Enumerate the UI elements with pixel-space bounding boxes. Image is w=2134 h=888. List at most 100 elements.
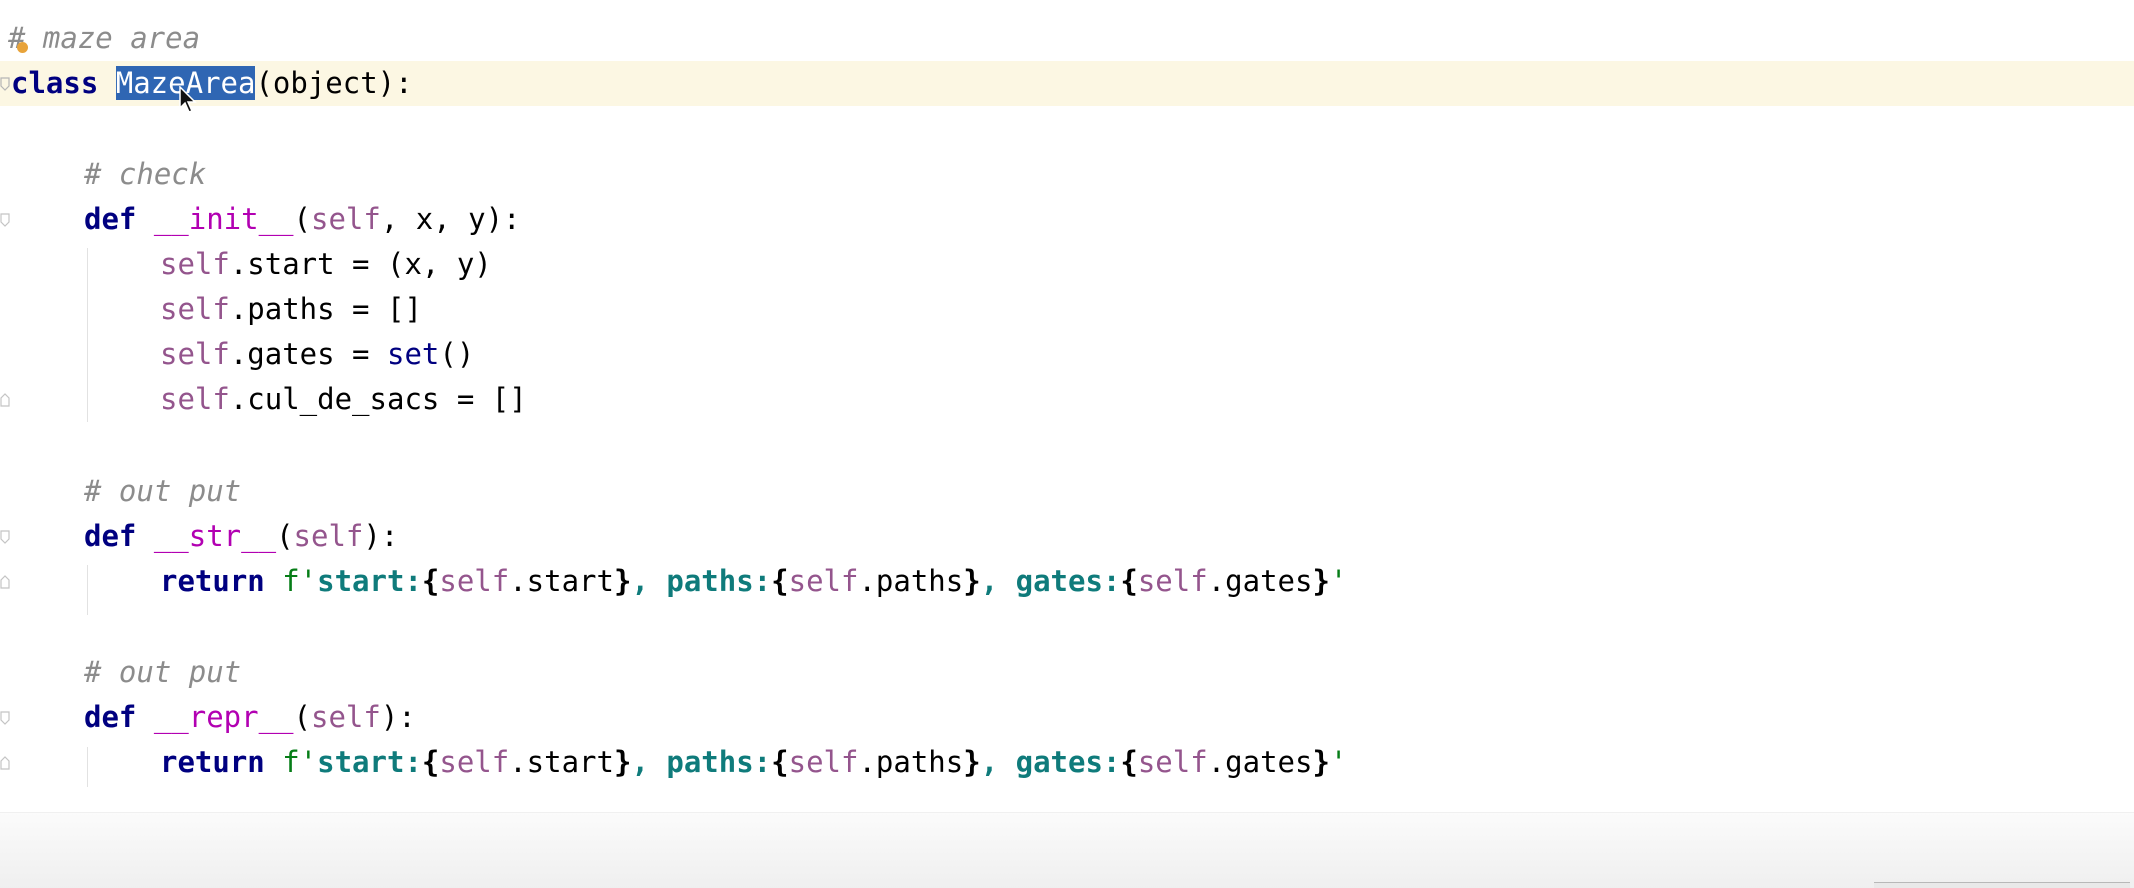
params: ): — [363, 519, 399, 553]
code-line[interactable]: self.cul_de_sacs = [] — [0, 377, 2134, 422]
code-line[interactable]: # maze area — [0, 16, 2134, 61]
fold-open-icon[interactable] — [0, 77, 12, 91]
self-ref: self — [160, 292, 230, 326]
code-line[interactable]: def __str__(self): — [0, 514, 2134, 559]
self-ref: self — [160, 337, 230, 371]
method-definition: def __str__(self): — [84, 514, 398, 559]
self-param: self — [293, 519, 364, 553]
brace: { — [771, 745, 789, 779]
method-name: __init__ — [153, 202, 294, 236]
horizontal-scrollbar[interactable] — [1874, 882, 2130, 888]
keyword: def — [84, 202, 154, 236]
fstring-prefix: f' — [282, 745, 318, 779]
self-param: self — [311, 202, 381, 236]
brace: { — [1120, 564, 1138, 598]
brace: } — [1312, 745, 1330, 779]
self-param: self — [311, 700, 381, 734]
self-ref: self — [1137, 564, 1208, 598]
fstring-text: paths: — [666, 745, 772, 779]
brace: } — [963, 564, 981, 598]
self-ref: self — [788, 564, 859, 598]
fstring-text: gates: — [1015, 564, 1121, 598]
class-declaration: class MazeArea(object): — [11, 61, 413, 106]
code-line[interactable]: return f'start:{self.start}, paths:{self… — [0, 559, 2134, 604]
params: ): — [380, 700, 416, 734]
statement: self.gates = set() — [160, 332, 474, 377]
fstring-text: , — [631, 564, 667, 598]
lightbulb-icon[interactable] — [17, 42, 28, 53]
fold-open-icon[interactable] — [0, 530, 12, 544]
self-ref: self — [160, 247, 230, 281]
fstring-suffix: ' — [1329, 745, 1348, 779]
code-line[interactable]: self.gates = set() — [0, 332, 2134, 377]
code-line-current[interactable]: class MazeArea(object): — [0, 61, 2134, 106]
code-line[interactable]: # check — [0, 152, 2134, 197]
brace: { — [421, 564, 440, 598]
fstring-text: , — [980, 745, 1016, 779]
paren: ( — [293, 700, 311, 734]
return-statement: return f'start:{self.start}, paths:{self… — [160, 559, 1347, 604]
keyword: return — [160, 745, 283, 779]
self-ref: self — [788, 745, 859, 779]
fold-end-icon[interactable] — [0, 575, 12, 589]
comment: # out put — [84, 655, 242, 689]
class-base: (object): — [255, 66, 413, 100]
fstring-text: gates: — [1015, 745, 1121, 779]
method-name: __str__ — [153, 519, 277, 553]
statement: self.paths = [] — [160, 287, 422, 332]
self-ref: self — [439, 564, 510, 598]
code-line[interactable]: def __repr__(self): — [0, 695, 2134, 740]
code-text: .cul_de_sacs = [] — [229, 382, 527, 416]
bottom-panel — [0, 812, 2134, 888]
attr: .start — [509, 564, 614, 598]
code-text: .start = (x, y) — [229, 247, 492, 281]
brace: { — [771, 564, 789, 598]
keyword: return — [160, 564, 283, 598]
attr: .paths — [858, 564, 964, 598]
fstring-text: , — [631, 745, 667, 779]
self-ref: self — [439, 745, 510, 779]
statement: self.cul_de_sacs = [] — [160, 377, 527, 422]
builtin: set — [386, 337, 440, 371]
brace: } — [963, 745, 981, 779]
params: , x, y): — [380, 202, 521, 236]
fold-open-icon[interactable] — [0, 711, 12, 725]
fstring-suffix: ' — [1329, 564, 1348, 598]
method-definition: def __repr__(self): — [84, 695, 416, 740]
fold-end-icon[interactable] — [0, 756, 12, 770]
self-ref: self — [1137, 745, 1208, 779]
keyword: class — [11, 66, 116, 100]
fold-end-icon[interactable] — [0, 393, 12, 407]
code-line[interactable]: return f'start:{self.start}, paths:{self… — [0, 740, 2134, 785]
code-line[interactable]: # out put — [0, 650, 2134, 695]
mouse-cursor-icon — [179, 86, 197, 113]
self-ref: self — [160, 382, 230, 416]
method-definition: def __init__(self, x, y): — [84, 197, 521, 242]
code-line[interactable]: def __init__(self, x, y): — [0, 197, 2134, 242]
code-text: .paths = [] — [229, 292, 422, 326]
attr: .start — [509, 745, 614, 779]
brace: { — [1120, 745, 1138, 779]
fold-open-icon[interactable] — [0, 213, 12, 227]
fstring-text: start: — [317, 745, 422, 779]
comment: # maze area — [8, 21, 201, 55]
fstring-text: paths: — [666, 564, 772, 598]
brace: { — [421, 745, 440, 779]
attr: .paths — [858, 745, 964, 779]
brace: } — [1312, 564, 1330, 598]
fstring-prefix: f' — [282, 564, 318, 598]
attr: .gates — [1207, 564, 1313, 598]
return-statement: return f'start:{self.start}, paths:{self… — [160, 740, 1347, 785]
comment: # check — [84, 157, 207, 191]
paren: ( — [293, 202, 311, 236]
keyword: def — [84, 519, 154, 553]
keyword: def — [84, 700, 154, 734]
paren: ( — [276, 519, 294, 553]
code-line[interactable]: self.paths = [] — [0, 287, 2134, 332]
code-line[interactable]: self.start = (x, y) — [0, 242, 2134, 287]
method-name: __repr__ — [153, 700, 294, 734]
code-text: () — [439, 337, 475, 371]
brace: } — [613, 745, 632, 779]
code-editor[interactable]: # maze area class MazeArea(object): # ch… — [0, 0, 2134, 888]
code-line[interactable]: # out put — [0, 469, 2134, 514]
